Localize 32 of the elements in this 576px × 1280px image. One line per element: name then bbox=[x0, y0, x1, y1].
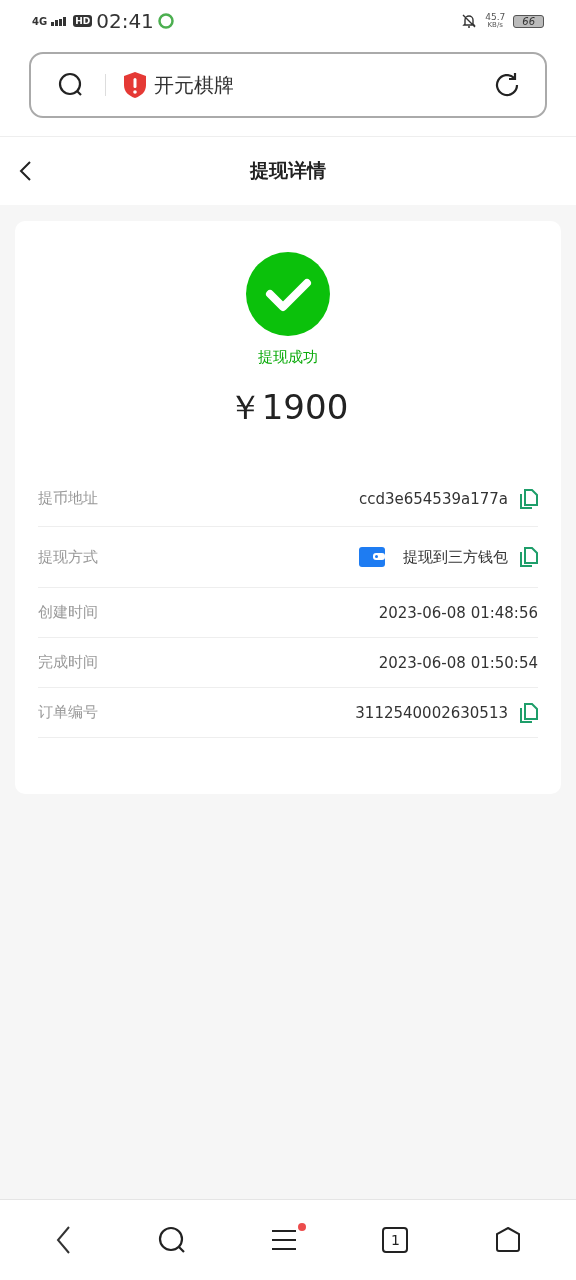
detail-value: 提现到三方钱包 bbox=[403, 547, 508, 567]
bell-off-icon bbox=[461, 13, 478, 29]
detail-label: 完成时间 bbox=[38, 653, 98, 672]
detail-value: 3112540002630513 bbox=[355, 703, 508, 722]
status-text: 提现成功 bbox=[258, 348, 318, 367]
network-indicator: 4G bbox=[32, 15, 48, 27]
detail-label: 提现方式 bbox=[38, 547, 98, 567]
detail-label: 创建时间 bbox=[38, 603, 98, 622]
reload-icon[interactable] bbox=[493, 71, 521, 99]
detail-label: 订单编号 bbox=[38, 703, 98, 722]
copy-icon[interactable] bbox=[520, 702, 538, 723]
back-icon[interactable] bbox=[18, 160, 32, 182]
battery-indicator: 66 bbox=[513, 14, 544, 28]
detail-value: ccd3e654539a177a bbox=[358, 489, 508, 508]
wallet-icon bbox=[359, 547, 385, 567]
copy-icon[interactable] bbox=[520, 488, 538, 509]
clock: 02:41 bbox=[96, 9, 154, 33]
address-text: 开元棋牌 bbox=[154, 71, 234, 99]
address-bar[interactable]: 开元棋牌 bbox=[29, 52, 547, 118]
detail-value: 2023-06-08 01:48:56 bbox=[378, 603, 538, 622]
menu-icon[interactable] bbox=[271, 1229, 296, 1251]
copy-icon[interactable] bbox=[520, 547, 538, 567]
detail-value: 2023-06-08 01:50:54 bbox=[378, 653, 538, 672]
hd-badge: HD bbox=[73, 15, 93, 27]
tabs-button[interactable]: 1 bbox=[382, 1227, 409, 1253]
page-title: 提现详情 bbox=[250, 158, 326, 183]
search-icon[interactable] bbox=[157, 1226, 186, 1254]
back-icon[interactable] bbox=[55, 1225, 72, 1255]
home-icon[interactable] bbox=[494, 1227, 521, 1253]
amount: ￥1900 bbox=[227, 386, 349, 429]
status-icon bbox=[157, 13, 174, 29]
detail-label: 提币地址 bbox=[38, 489, 98, 508]
